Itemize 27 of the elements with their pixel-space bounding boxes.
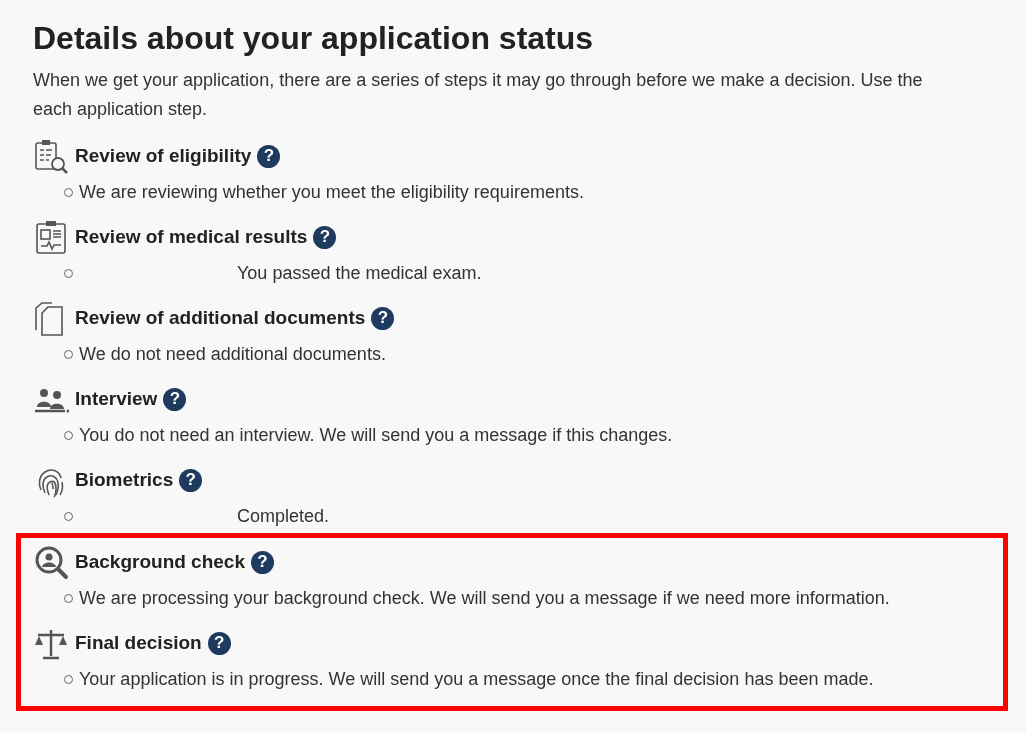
step-message: We do not need additional documents. [79,342,386,366]
step-message: Your application is in progress. We will send you a message once the final decision has been made. [79,667,874,691]
help-icon[interactable]: ? [257,144,281,168]
help-icon[interactable]: ? [179,468,203,492]
step-message: We are processing your background check. We will send you a message if we need more information. [79,586,890,610]
step-title: Biometrics [75,467,174,492]
help-icon[interactable]: ? [207,631,231,655]
step-message: You passed the medical exam. [237,261,482,285]
step-title: Interview [75,386,158,411]
step-title: Final decision [75,630,202,655]
step-message: You do not need an interview. We will send you a message if this changes. [79,423,673,447]
page-title: Details about your application status [33,19,595,58]
step-title: Review of medical results [75,224,308,249]
help-icon[interactable]: ? [313,225,337,249]
help-icon[interactable]: ? [371,306,395,330]
intro-text: When we get your application, there are a series of steps it may go through before we make a decision. Use the [33,69,924,92]
help-icon[interactable]: ? [251,550,274,574]
step-title: Background check [75,549,245,574]
help-icon[interactable]: ? [163,387,187,411]
step-message: We are reviewing whether you meet the eligibility requirements. [79,180,584,204]
person-magnifier-icon [33,544,69,580]
intro-text: each application step. [33,98,209,121]
step-title: Review of additional documents [75,305,366,330]
clipboard-magnifier-icon [33,138,69,174]
step-title: Review of eligibility [75,143,252,168]
medical-clipboard-icon [33,219,69,255]
step-message: Completed. [237,504,330,528]
